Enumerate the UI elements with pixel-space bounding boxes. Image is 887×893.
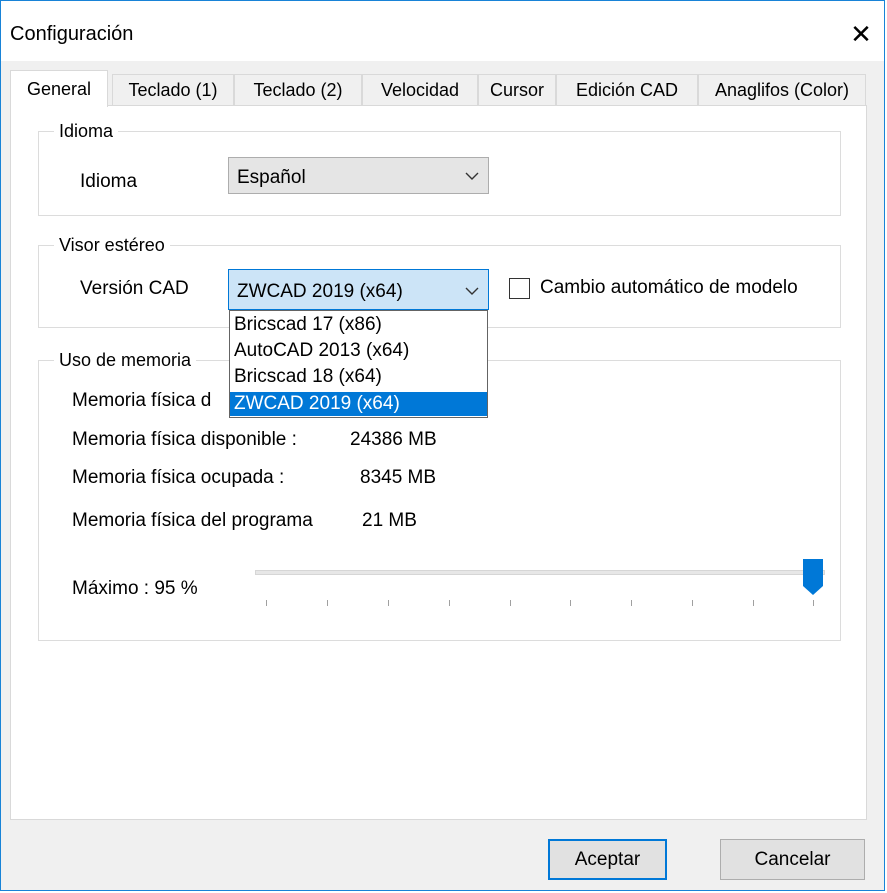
dropdown-option-bricscad-17[interactable]: Bricscad 17 (x86) [230, 313, 487, 337]
dropdown-option-bricscad-18[interactable]: Bricscad 18 (x64) [230, 365, 487, 389]
memory-physical-label-partial: Memoria física d [72, 390, 212, 411]
max-memory-slider-track[interactable] [255, 570, 825, 575]
memory-available-label: Memoria física disponible : [72, 429, 297, 450]
slider-tick [631, 600, 632, 606]
slider-tick [753, 600, 754, 606]
tab-cursor[interactable]: Cursor [478, 74, 556, 106]
slider-tick [388, 600, 389, 606]
memory-program-value: 21 MB [362, 510, 417, 531]
visor-estereo-group-title: Visor estéreo [54, 234, 170, 256]
title-bar: Configuración ✕ [1, 1, 884, 61]
version-cad-select-value: ZWCAD 2019 (x64) [237, 281, 403, 302]
idioma-label: Idioma [80, 171, 138, 192]
tab-teclado-2[interactable]: Teclado (2) [234, 74, 362, 106]
chevron-down-icon [465, 287, 479, 295]
idioma-group-title: Idioma [54, 120, 119, 142]
auto-model-change-label[interactable]: Cambio automático de modelo [540, 277, 798, 299]
memory-used-label: Memoria física ocupada : [72, 467, 285, 488]
idioma-select[interactable]: Español [228, 157, 489, 194]
slider-tick [510, 600, 511, 606]
close-button[interactable]: ✕ [838, 11, 884, 57]
slider-tick [813, 600, 814, 606]
dialog-title: Configuración [10, 23, 134, 45]
version-cad-select[interactable]: ZWCAD 2019 (x64) [228, 269, 489, 310]
close-icon: ✕ [850, 19, 872, 49]
memory-used-value: 8345 MB [360, 467, 437, 488]
cancel-button[interactable]: Cancelar [720, 839, 865, 880]
tab-anaglifos-color[interactable]: Anaglifos (Color) [698, 74, 866, 106]
slider-tick [266, 600, 267, 606]
accept-button[interactable]: Aceptar [548, 839, 667, 880]
max-memory-slider-thumb[interactable] [802, 558, 824, 596]
version-cad-label: Versión CAD [80, 278, 189, 299]
auto-model-change-checkbox[interactable] [509, 278, 530, 299]
version-cad-dropdown-list: Bricscad 17 (x86) AutoCAD 2013 (x64) Bri… [229, 310, 488, 418]
idioma-select-value: Español [237, 167, 306, 188]
tab-edicion-cad[interactable]: Edición CAD [556, 74, 698, 106]
memory-program-label: Memoria física del programa [72, 510, 313, 531]
dropdown-option-zwcad-2019[interactable]: ZWCAD 2019 (x64) [230, 392, 487, 416]
slider-tick [692, 600, 693, 606]
slider-tick [570, 600, 571, 606]
tab-general[interactable]: General [10, 70, 108, 107]
tab-velocidad[interactable]: Velocidad [362, 74, 478, 106]
chevron-down-icon [465, 172, 479, 180]
tab-teclado-1[interactable]: Teclado (1) [112, 74, 234, 106]
dropdown-option-autocad-2013[interactable]: AutoCAD 2013 (x64) [230, 339, 487, 363]
slider-tick [327, 600, 328, 606]
memory-usage-group-title: Uso de memoria [54, 349, 197, 371]
max-memory-label: Máximo : 95 % [72, 578, 198, 599]
slider-tick [449, 600, 450, 606]
memory-available-value: 24386 MB [350, 429, 437, 450]
